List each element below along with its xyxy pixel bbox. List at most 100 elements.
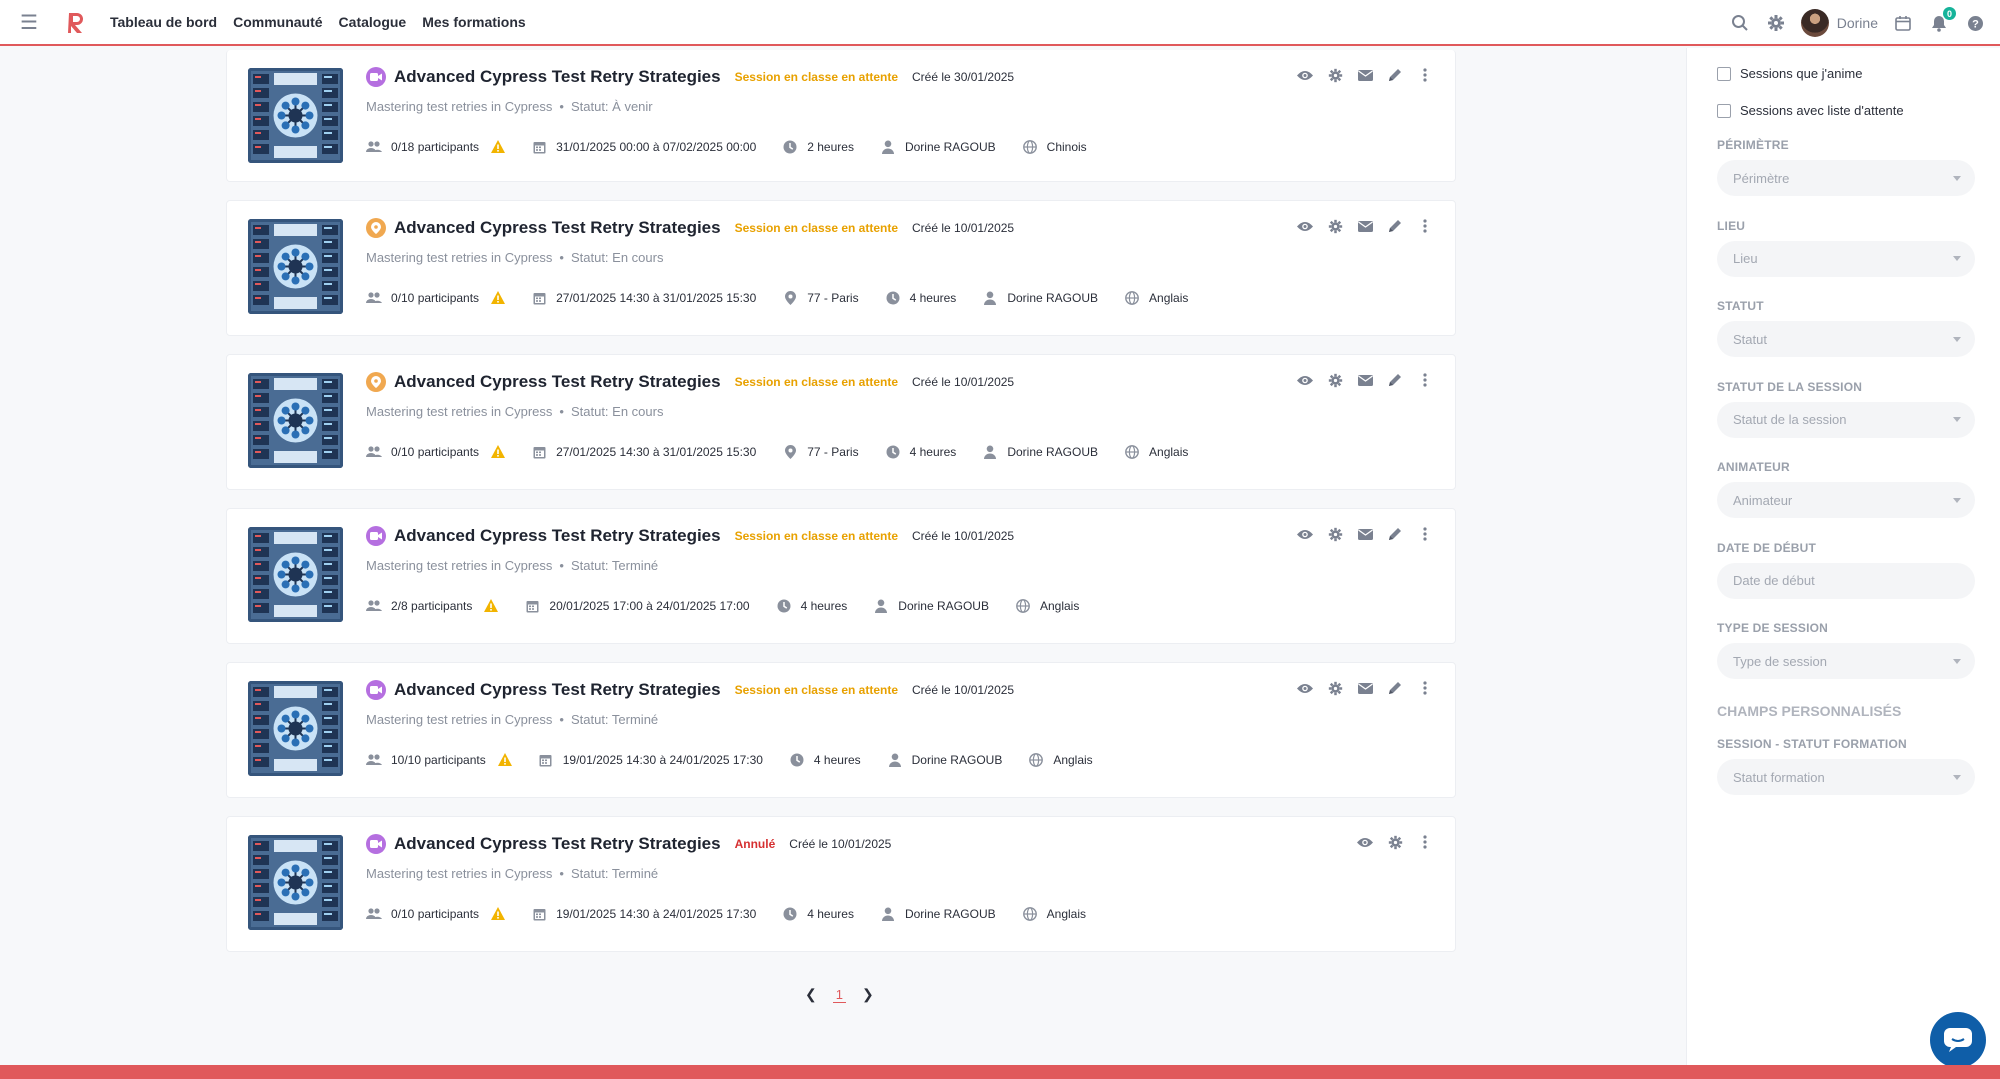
view-eye-icon[interactable] — [1297, 372, 1313, 388]
session-header: Advanced Cypress Test Retry Strategies Se… — [366, 372, 1014, 392]
session-card[interactable]: Advanced Cypress Test Retry Strategies Se… — [226, 662, 1456, 798]
chevron-right-icon[interactable]: ❯ — [862, 986, 874, 1003]
more-vertical-icon[interactable] — [1417, 372, 1433, 388]
app-logo[interactable] — [66, 11, 86, 33]
chevron-down-icon — [1953, 336, 1961, 342]
session-title[interactable]: Advanced Cypress Test Retry Strategies — [394, 526, 721, 546]
view-eye-icon[interactable] — [1297, 526, 1313, 542]
help-icon[interactable]: ? — [1964, 12, 1986, 34]
user-icon — [873, 598, 889, 614]
participants-count: 10/10 participants — [366, 752, 512, 768]
session-description: Mastering test retries in Cypress — [366, 866, 553, 881]
session-title[interactable]: Advanced Cypress Test Retry Strategies — [394, 67, 721, 87]
view-eye-icon[interactable] — [1297, 680, 1313, 696]
session-title[interactable]: Advanced Cypress Test Retry Strategies — [394, 372, 721, 392]
session-title[interactable]: Advanced Cypress Test Retry Strategies — [394, 218, 721, 238]
edit-pencil-icon[interactable] — [1387, 680, 1403, 696]
session-card[interactable]: Advanced Cypress Test Retry Strategies Se… — [226, 200, 1456, 336]
users-icon — [366, 139, 382, 155]
filter-select[interactable]: Périmètre — [1717, 160, 1975, 196]
user-icon — [880, 906, 896, 922]
session-thumbnail — [248, 68, 343, 163]
checkbox[interactable] — [1717, 103, 1731, 118]
filter-placeholder: Animateur — [1733, 492, 1793, 508]
nav-catalog[interactable]: Catalogue — [339, 14, 407, 30]
mail-icon[interactable] — [1357, 372, 1373, 388]
filter-select[interactable]: Animateur — [1717, 482, 1975, 518]
edit-pencil-icon[interactable] — [1387, 526, 1403, 542]
session-card[interactable]: Advanced Cypress Test Retry Strategies An… — [226, 816, 1456, 952]
session-card[interactable]: Advanced Cypress Test Retry Strategies Se… — [226, 354, 1456, 490]
settings-gear-icon[interactable] — [1327, 67, 1343, 83]
filter-select[interactable]: Statut — [1717, 321, 1975, 357]
chevron-down-icon — [1953, 497, 1961, 503]
session-subtitle: Mastering test retries in Cypress • Statut… — [366, 712, 658, 727]
participants-count-text: 0/18 participants — [391, 140, 480, 154]
calendar-icon — [531, 906, 547, 922]
video-icon — [366, 834, 386, 854]
users-icon — [366, 444, 382, 460]
session-title[interactable]: Advanced Cypress Test Retry Strategies — [394, 680, 721, 700]
filter-date-input[interactable]: Date de début — [1717, 562, 1975, 599]
filter-checkbox-row[interactable]: Sessions avec liste d'attente — [1717, 103, 1904, 118]
settings-gear-icon[interactable] — [1327, 526, 1343, 542]
settings-gear-icon[interactable] — [1327, 372, 1343, 388]
mail-icon[interactable] — [1357, 218, 1373, 234]
mail-icon[interactable] — [1357, 526, 1373, 542]
filter-select[interactable]: Type de session — [1717, 643, 1975, 679]
session-header: Advanced Cypress Test Retry Strategies An… — [366, 834, 891, 854]
nav-dashboard[interactable]: Tableau de bord — [110, 14, 217, 30]
settings-gear-icon[interactable] — [1327, 680, 1343, 696]
more-vertical-icon[interactable] — [1417, 218, 1433, 234]
view-eye-icon[interactable] — [1297, 218, 1313, 234]
chevron-left-icon[interactable]: ❮ — [805, 986, 817, 1003]
filter-select[interactable]: Lieu — [1717, 240, 1975, 277]
session-description: Mastering test retries in Cypress — [366, 404, 553, 419]
session-title[interactable]: Advanced Cypress Test Retry Strategies — [394, 834, 721, 854]
user-avatar[interactable] — [1800, 9, 1829, 37]
view-eye-icon[interactable] — [1357, 834, 1373, 850]
search-icon[interactable] — [1729, 12, 1751, 34]
view-eye-icon[interactable] — [1297, 67, 1313, 83]
more-vertical-icon[interactable] — [1417, 834, 1433, 850]
calendar-icon[interactable] — [1892, 12, 1914, 34]
session-card[interactable]: Advanced Cypress Test Retry Strategies Se… — [226, 50, 1456, 182]
session-thumbnail — [248, 681, 343, 776]
edit-pencil-icon[interactable] — [1387, 372, 1403, 388]
session-meta: 0/10 participants 27/01/2025 14:30 à 31/0… — [366, 444, 1188, 460]
chat-launcher-button[interactable] — [1930, 1012, 1986, 1068]
bell-icon[interactable]: 0 — [1928, 7, 1956, 34]
settings-gear-icon[interactable] — [1765, 12, 1787, 34]
edit-pencil-icon[interactable] — [1387, 67, 1403, 83]
session-trainer-text: Dorine RAGOUB — [1007, 291, 1099, 305]
settings-gear-icon[interactable] — [1387, 834, 1403, 850]
session-description: Mastering test retries in Cypress — [366, 712, 553, 727]
notification-count: 0 — [1943, 7, 1956, 20]
filters-panel: Sessions que j'anime Sessions avec liste … — [1686, 48, 2000, 1065]
user-icon — [982, 444, 998, 460]
session-language: Anglais — [1022, 906, 1086, 922]
more-vertical-icon[interactable] — [1417, 526, 1433, 542]
clock-icon — [776, 598, 792, 614]
session-card[interactable]: Advanced Cypress Test Retry Strategies Se… — [226, 508, 1456, 644]
checkbox[interactable] — [1717, 66, 1731, 81]
more-vertical-icon[interactable] — [1417, 680, 1433, 696]
edit-pencil-icon[interactable] — [1387, 218, 1403, 234]
menu-icon[interactable]: ☰ — [14, 7, 44, 37]
top-navbar: ☰ Tableau de bord Communauté Catalogue M… — [0, 0, 2000, 46]
filter-checkbox-row[interactable]: Sessions que j'anime — [1717, 66, 1862, 81]
nav-my-trainings[interactable]: Mes formations — [422, 14, 525, 30]
session-dates-text: 19/01/2025 14:30 à 24/01/2025 17:30 — [562, 753, 763, 767]
globe-icon — [1022, 139, 1038, 155]
mail-icon[interactable] — [1357, 680, 1373, 696]
more-vertical-icon[interactable] — [1417, 67, 1433, 83]
filter-select[interactable]: Statut de la session — [1717, 401, 1975, 438]
filter-select[interactable]: Statut formation — [1717, 759, 1975, 795]
user-name[interactable]: Dorine — [1837, 15, 1878, 31]
session-duration: 4 heures — [885, 444, 956, 460]
mail-icon[interactable] — [1357, 67, 1373, 83]
clock-icon — [885, 290, 901, 306]
nav-community[interactable]: Communauté — [233, 14, 322, 30]
page-number[interactable]: 1 — [832, 987, 846, 1003]
settings-gear-icon[interactable] — [1327, 218, 1343, 234]
